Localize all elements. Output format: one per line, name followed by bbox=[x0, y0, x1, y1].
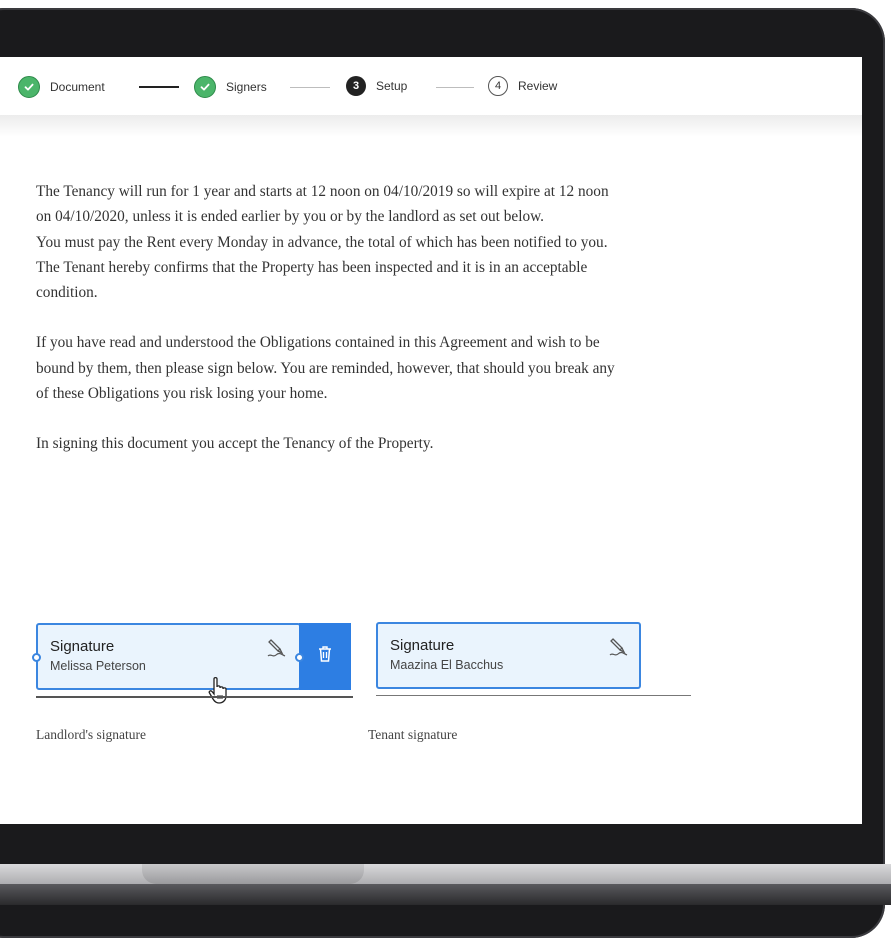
header-shadow bbox=[0, 115, 862, 137]
step-document[interactable]: Document bbox=[18, 76, 105, 98]
signer-name: Maazina El Bacchus bbox=[390, 658, 504, 672]
doc-line: The Tenant hereby confirms that the Prop… bbox=[36, 258, 588, 302]
landlord-signature-field[interactable]: Signature Melissa Peterson bbox=[36, 623, 301, 690]
step-number-badge: 4 bbox=[488, 76, 508, 96]
signer-name: Melissa Peterson bbox=[50, 659, 146, 673]
step-label: Document bbox=[50, 80, 105, 94]
step-connector bbox=[139, 86, 179, 88]
step-label: Review bbox=[518, 79, 558, 93]
signature-field-title: Signature bbox=[50, 638, 115, 655]
laptop-base-lip bbox=[0, 884, 891, 905]
doc-line: The Tenancy will run for 1 year and star… bbox=[36, 183, 609, 226]
check-icon bbox=[194, 76, 216, 98]
resize-handle-right[interactable] bbox=[295, 653, 304, 662]
document-body: The Tenancy will run for 1 year and star… bbox=[36, 179, 621, 457]
doc-paragraph: In signing this document you accept the … bbox=[36, 435, 434, 453]
tenant-signature-field[interactable]: Signature Maazina El Bacchus bbox=[376, 622, 641, 689]
laptop-base bbox=[0, 864, 891, 886]
signature-pen-icon bbox=[608, 636, 630, 663]
landlord-signature-line bbox=[36, 696, 353, 698]
doc-paragraph: If you have read and understood the Obli… bbox=[36, 334, 615, 403]
delete-signature-button[interactable] bbox=[299, 623, 351, 690]
step-review[interactable]: 4 Review bbox=[488, 76, 557, 96]
step-number-badge: 3 bbox=[346, 76, 366, 96]
laptop-notch bbox=[142, 864, 364, 884]
trash-icon bbox=[317, 645, 333, 668]
signature-pen-icon bbox=[266, 637, 288, 664]
step-setup[interactable]: 3 Setup bbox=[346, 76, 407, 96]
tenant-signature-caption: Tenant signature bbox=[368, 727, 458, 742]
step-label: Signers bbox=[226, 80, 267, 94]
progress-stepper: Document Signers 3 Setup 4 Review bbox=[0, 57, 862, 116]
resize-handle-left[interactable] bbox=[32, 653, 41, 662]
hand-pointer-icon bbox=[207, 675, 231, 710]
signature-field-title: Signature bbox=[390, 637, 455, 654]
step-label: Setup bbox=[376, 79, 408, 93]
landlord-signature-caption: Landlord's signature bbox=[36, 727, 147, 742]
step-signers[interactable]: Signers bbox=[194, 76, 267, 98]
check-icon bbox=[18, 76, 40, 98]
doc-line: You must pay the Rent every Monday in ad… bbox=[36, 233, 608, 251]
step-connector bbox=[290, 87, 330, 88]
app-screen: Document Signers 3 Setup 4 Review The Te… bbox=[0, 57, 862, 824]
tenant-signature-line bbox=[376, 695, 691, 696]
step-connector bbox=[436, 87, 474, 88]
